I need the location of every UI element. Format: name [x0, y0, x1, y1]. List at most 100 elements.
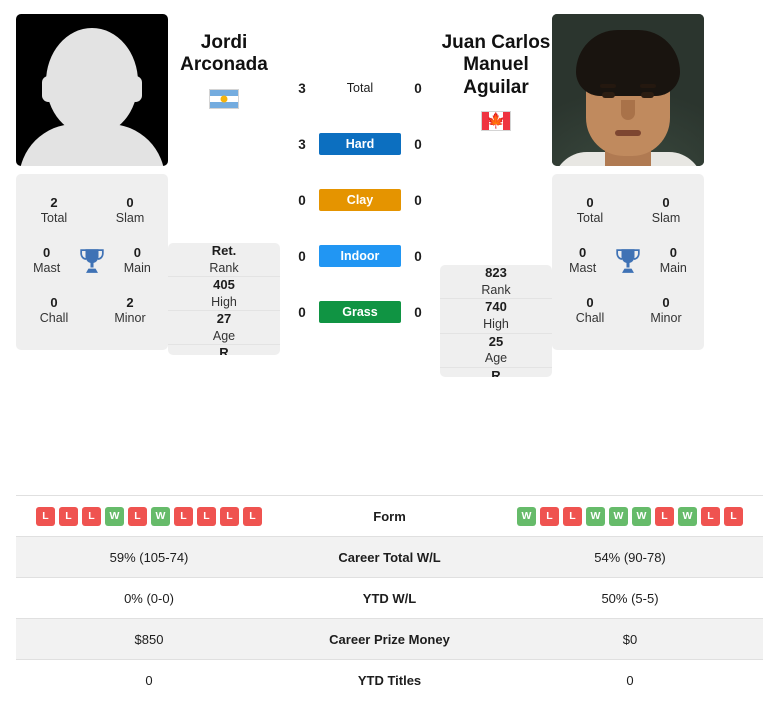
titles-cell-minor: 0 Minor — [637, 295, 695, 327]
left-score-total: 3 — [298, 80, 306, 96]
photo-brow-left — [600, 84, 616, 88]
photo-hair — [576, 30, 680, 96]
flag-canada-icon: 🍁 — [481, 111, 511, 132]
left-player-stat-stack: Ret. Rank 405 High 27 Age R Plays — [168, 242, 280, 355]
form-badge-loss[interactable]: L — [197, 506, 216, 526]
comparison-stats-table: LLLWLWLLLL Form WLLWWWLWLL 59% (105-74) … — [16, 495, 763, 701]
right-stat-plays: R Plays — [440, 368, 552, 378]
titles-total-value: 2 — [50, 195, 58, 211]
table-row-ytd-wl: 0% (0-0) YTD W/L 50% (5-5) — [16, 577, 763, 619]
right-player-photo-card[interactable]: Juan Carlos Manuel Aguilar — [552, 14, 704, 166]
left-stat-plays: R Plays — [168, 345, 280, 355]
row-label-career-prize-money: Career Prize Money — [329, 631, 450, 647]
titles-slam-label: Slam — [115, 211, 145, 226]
flag-canada-center: 🍁 — [486, 112, 506, 130]
left-player-titles-card: 2 Total 0 Slam 0 Mast 0 Main 0 Chall 2 M… — [16, 174, 168, 350]
titles-chall-label: Chall — [575, 311, 605, 326]
photo-nose — [621, 100, 635, 120]
titles-main-value: 0 — [669, 245, 677, 261]
titles-mast-value: 0 — [579, 245, 587, 261]
right-player-photo — [552, 14, 704, 166]
surface-badge-clay[interactable]: Clay — [319, 189, 401, 211]
titles-main-label: Main — [659, 261, 687, 276]
comparison-table-body: LLLWLWLLLL Form WLLWWWLWLL 59% (105-74) … — [16, 495, 763, 701]
maple-leaf-icon: 🍁 — [486, 112, 506, 130]
form-badge-win[interactable]: W — [586, 506, 605, 526]
form-badge-loss[interactable]: L — [59, 506, 78, 526]
form-badge-loss[interactable]: L — [128, 506, 147, 526]
right-rank-value: 823 — [485, 265, 507, 281]
table-row-form: LLLWLWLLLL Form WLLWWWLWLL — [16, 495, 763, 537]
surface-row-hard: 3 Hard 0 — [280, 116, 440, 172]
form-badge-win[interactable]: W — [609, 506, 628, 526]
right-player-titles-card: 0 Total 0 Slam 0 Mast 0 Main 0 Chall 0 M… — [552, 174, 704, 350]
form-badge-loss[interactable]: L — [220, 506, 239, 526]
photo-mouth — [615, 130, 641, 136]
silhouette-ear-right-icon — [129, 76, 142, 102]
left-plays-value: R — [219, 345, 229, 355]
right-score-grass: 0 — [414, 304, 422, 320]
form-badge-loss[interactable]: L — [174, 506, 193, 526]
titles-slam-value: 0 — [662, 195, 670, 211]
left-player-photo-card[interactable]: Jordi Arconada — [16, 14, 168, 166]
titles-cell-slam: 0 Slam — [637, 195, 695, 227]
form-badge-loss[interactable]: L — [82, 506, 101, 526]
photo-eye-left — [602, 92, 615, 98]
left-score-grass: 0 — [298, 304, 306, 320]
titles-chall-label: Chall — [39, 311, 69, 326]
titles-row-chall-minor: 0 Chall 2 Minor — [16, 286, 168, 336]
row-label-form: Form — [373, 508, 406, 524]
right-ytd-wl: 50% (5-5) — [601, 590, 659, 606]
form-badge-loss[interactable]: L — [724, 506, 743, 526]
form-badge-win[interactable]: W — [151, 506, 170, 526]
left-player-name[interactable]: Jordi Arconada — [180, 32, 268, 77]
surface-badge-indoor[interactable]: Indoor — [319, 245, 401, 267]
form-badge-win[interactable]: W — [105, 506, 124, 526]
right-player-name-line2: Manuel Aguilar — [463, 54, 529, 98]
titles-total-label: Total — [576, 211, 604, 226]
left-career-total-wl: 59% (105-74) — [109, 549, 189, 565]
left-rank-value: Ret. — [211, 242, 237, 258]
form-badge-loss[interactable]: L — [655, 506, 674, 526]
form-badge-loss[interactable]: L — [243, 506, 262, 526]
left-score-indoor: 0 — [298, 248, 306, 264]
right-player-name[interactable]: Juan Carlos Manuel Aguilar — [440, 32, 552, 99]
form-badge-loss[interactable]: L — [36, 506, 55, 526]
left-age-label: Age — [212, 328, 236, 343]
surface-badge-hard[interactable]: Hard — [319, 133, 401, 155]
right-player-name-block: Juan Carlos Manuel Aguilar 🍁 823 Rank 74… — [440, 14, 552, 495]
form-badge-win[interactable]: W — [517, 506, 536, 526]
left-stat-rank: Ret. Rank — [168, 243, 280, 277]
form-badge-win[interactable]: W — [678, 506, 697, 526]
surface-label-total: Total — [346, 81, 374, 95]
form-badge-loss[interactable]: L — [563, 506, 582, 526]
titles-cell-main: 0 Main — [644, 245, 702, 277]
titles-cell-main: 0 Main — [108, 245, 166, 277]
left-stat-high: 405 High — [168, 277, 280, 312]
right-player-column: Juan Carlos Manuel Aguilar 0 Total 0 Sla… — [552, 14, 704, 495]
silhouette-ear-left-icon — [42, 76, 55, 102]
left-rank-label: Rank — [209, 260, 239, 275]
titles-minor-label: Minor — [650, 311, 682, 326]
titles-minor-value: 0 — [662, 295, 670, 311]
titles-row-total-slam: 0 Total 0 Slam — [552, 186, 704, 236]
left-ytd-wl: 0% (0-0) — [124, 590, 174, 606]
surface-comparison-column: 3 Total 0 3 Hard 0 0 Clay 0 0 Indoor 0 0… — [280, 14, 440, 495]
trophy-icon — [80, 249, 104, 273]
form-badge-loss[interactable]: L — [540, 506, 559, 526]
right-stat-age: 25 Age — [440, 334, 552, 368]
left-high-label: High — [211, 294, 237, 309]
left-player-photo — [16, 14, 168, 166]
form-badge-loss[interactable]: L — [701, 506, 720, 526]
table-row-career-prize-money: $850 Career Prize Money $0 — [16, 618, 763, 660]
titles-cell-chall: 0 Chall — [561, 295, 619, 327]
form-badge-win[interactable]: W — [632, 506, 651, 526]
surface-badge-grass[interactable]: Grass — [319, 301, 401, 323]
titles-minor-value: 2 — [126, 295, 134, 311]
left-form-cell: LLLWLWLLLL — [16, 496, 282, 537]
titles-row-chall-minor: 0 Chall 0 Minor — [552, 286, 704, 336]
right-age-value: 25 — [488, 333, 504, 349]
titles-cell-total: 0 Total — [561, 195, 619, 227]
titles-row-mast-main: 0 Mast 0 Main — [552, 236, 704, 286]
titles-row-mast-main: 0 Mast 0 Main — [16, 236, 168, 286]
